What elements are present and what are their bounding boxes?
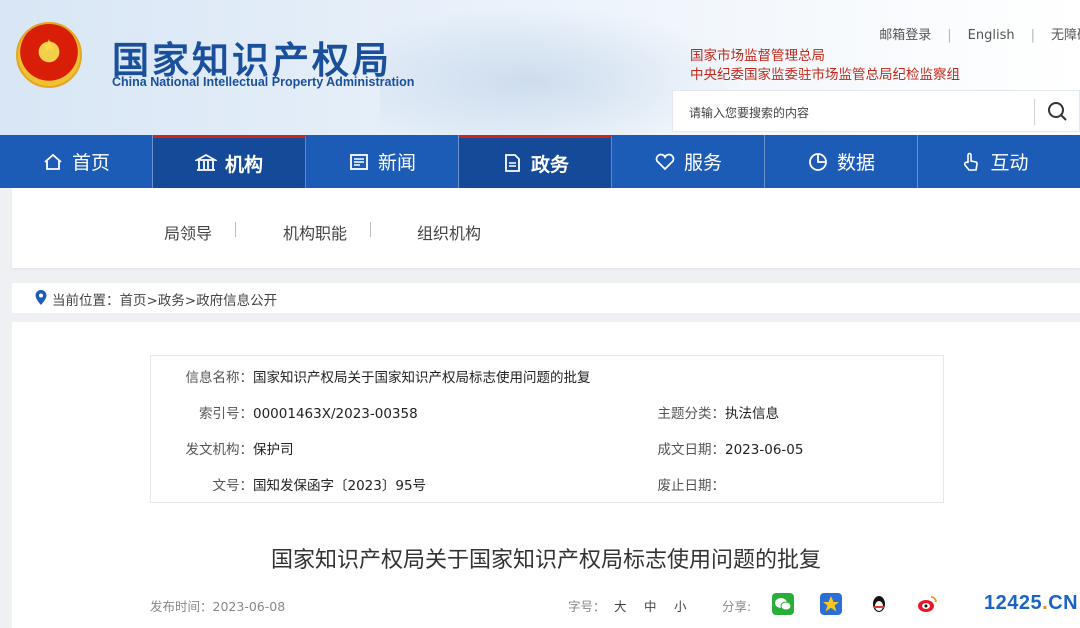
search-icon <box>1048 102 1067 121</box>
info-value: 保护司 <box>253 442 294 458</box>
nav-item-data[interactable]: 数据 <box>765 135 918 188</box>
heart-hand-icon <box>655 153 675 170</box>
divider: | <box>947 28 952 43</box>
info-row-subject: 主题分类：执法信息 <box>613 402 780 422</box>
info-value: 执法信息 <box>725 406 779 422</box>
qq-icon[interactable] <box>868 593 890 615</box>
qzone-icon[interactable] <box>820 593 842 615</box>
info-row-name: 信息名称：国家知识产权局关于国家知识产权局标志使用问题的批复 <box>151 366 591 386</box>
site-title-en: China National Intellectual Property Adm… <box>112 75 415 89</box>
national-emblem-icon: ★ <box>16 22 82 88</box>
main-content: 信息名称：国家知识产权局关于国家知识产权局标志使用问题的批复 索引号：00001… <box>12 322 1080 628</box>
watermark-logo: 12425.CN <box>984 592 1078 615</box>
newspaper-icon <box>350 153 368 170</box>
nav-label: 首页 <box>71 152 110 174</box>
info-row-date: 成文日期：2023-06-05 <box>613 438 804 458</box>
breadcrumb: 当前位置：首页>政务>政府信息公开 <box>12 283 1080 313</box>
info-row-index: 索引号：00001463X/2023-00358 <box>151 402 418 422</box>
home-icon <box>44 153 62 170</box>
info-label: 发文机构： <box>185 442 254 458</box>
share-label: 分享: <box>722 599 752 614</box>
search-box: 请输入您要搜索的内容 <box>672 90 1080 132</box>
breadcrumb-text[interactable]: 当前位置：首页>政务>政府信息公开 <box>52 289 277 309</box>
font-size-medium[interactable]: 中 <box>644 596 657 615</box>
nav-label: 服务 <box>683 152 722 174</box>
nav-label: 政务 <box>530 153 569 176</box>
submenu-divider <box>235 222 236 237</box>
info-value: 00001463X/2023-00358 <box>253 406 418 422</box>
sub-org-link-discipline[interactable]: 中央纪委国家监委驻市场监管总局纪检监察组 <box>690 63 960 83</box>
sub-org-link-samr[interactable]: 国家市场监督管理总局 <box>690 44 825 64</box>
submenu-divider <box>370 222 371 237</box>
nav-label: 数据 <box>836 152 875 174</box>
watermark-text: CN <box>1048 592 1079 614</box>
search-divider <box>1034 99 1035 125</box>
institution-icon <box>194 153 217 171</box>
font-size-small[interactable]: 小 <box>674 596 687 615</box>
nav-label: 互动 <box>990 152 1029 174</box>
nav-item-interaction[interactable]: 互动 <box>918 135 1071 188</box>
english-link[interactable]: English <box>968 28 1015 43</box>
divider: | <box>1030 28 1035 43</box>
pie-chart-icon <box>809 152 827 171</box>
info-row-issuer: 发文机构：保护司 <box>151 438 294 458</box>
submenu-item-leadership[interactable]: 局领导 <box>164 220 212 244</box>
font-size-label: 字号： <box>568 599 606 614</box>
info-table: 信息名称：国家知识产权局关于国家知识产权局标志使用问题的批复 索引号：00001… <box>150 355 944 503</box>
font-size-large[interactable]: 大 <box>614 596 627 615</box>
wechat-icon[interactable] <box>772 593 794 615</box>
publish-date: 发布时间：2023-06-08 <box>150 599 286 614</box>
search-input[interactable]: 请输入您要搜索的内容 <box>689 104 809 121</box>
nav-item-service[interactable]: 服务 <box>612 135 765 188</box>
watermark-text: 12425 <box>984 592 1043 614</box>
nav-item-home[interactable]: 首页 <box>0 135 153 188</box>
sub-menu: 局领导 机构职能 组织机构 <box>12 188 1080 268</box>
accessibility-link[interactable]: 无障碍 <box>1051 24 1080 43</box>
location-pin-icon <box>35 290 47 305</box>
info-label: 索引号： <box>199 406 253 422</box>
top-links: 邮箱登录 | English | 无障碍 <box>879 24 1080 43</box>
hand-pointer-icon <box>964 152 979 171</box>
main-nav: 首页 机构 新闻 政务 服务 数据 互动 <box>0 135 1080 188</box>
info-label: 文号： <box>212 478 254 494</box>
nav-item-institution[interactable]: 机构 <box>153 135 306 188</box>
weibo-icon[interactable] <box>916 593 938 615</box>
info-row-docno: 文号：国知发保函字〔2023〕95号 <box>151 474 427 494</box>
info-label: 主题分类： <box>657 406 726 422</box>
submenu-item-organization[interactable]: 组织机构 <box>417 220 481 244</box>
submenu-item-functions[interactable]: 机构职能 <box>283 220 347 244</box>
nav-item-government-affairs[interactable]: 政务 <box>459 135 612 188</box>
mail-login-link[interactable]: 邮箱登录 <box>879 24 931 43</box>
document-icon <box>505 154 520 172</box>
search-button[interactable] <box>1041 97 1075 127</box>
info-row-expire: 废止日期： <box>613 474 726 494</box>
article-title: 国家知识产权局关于国家知识产权局标志使用问题的批复 <box>270 548 821 573</box>
info-label: 成文日期： <box>657 442 726 458</box>
info-label: 信息名称： <box>185 370 254 386</box>
info-label: 废止日期： <box>657 478 726 494</box>
nav-label: 新闻 <box>377 152 416 174</box>
info-value: 国知发保函字〔2023〕95号 <box>253 478 427 494</box>
info-value: 2023-06-05 <box>725 442 804 458</box>
info-value: 国家知识产权局关于国家知识产权局标志使用问题的批复 <box>253 370 591 386</box>
nav-item-news[interactable]: 新闻 <box>306 135 459 188</box>
site-header: ★ 国家知识产权局 China National Intellectual Pr… <box>0 0 1080 135</box>
nav-label: 机构 <box>224 153 263 176</box>
